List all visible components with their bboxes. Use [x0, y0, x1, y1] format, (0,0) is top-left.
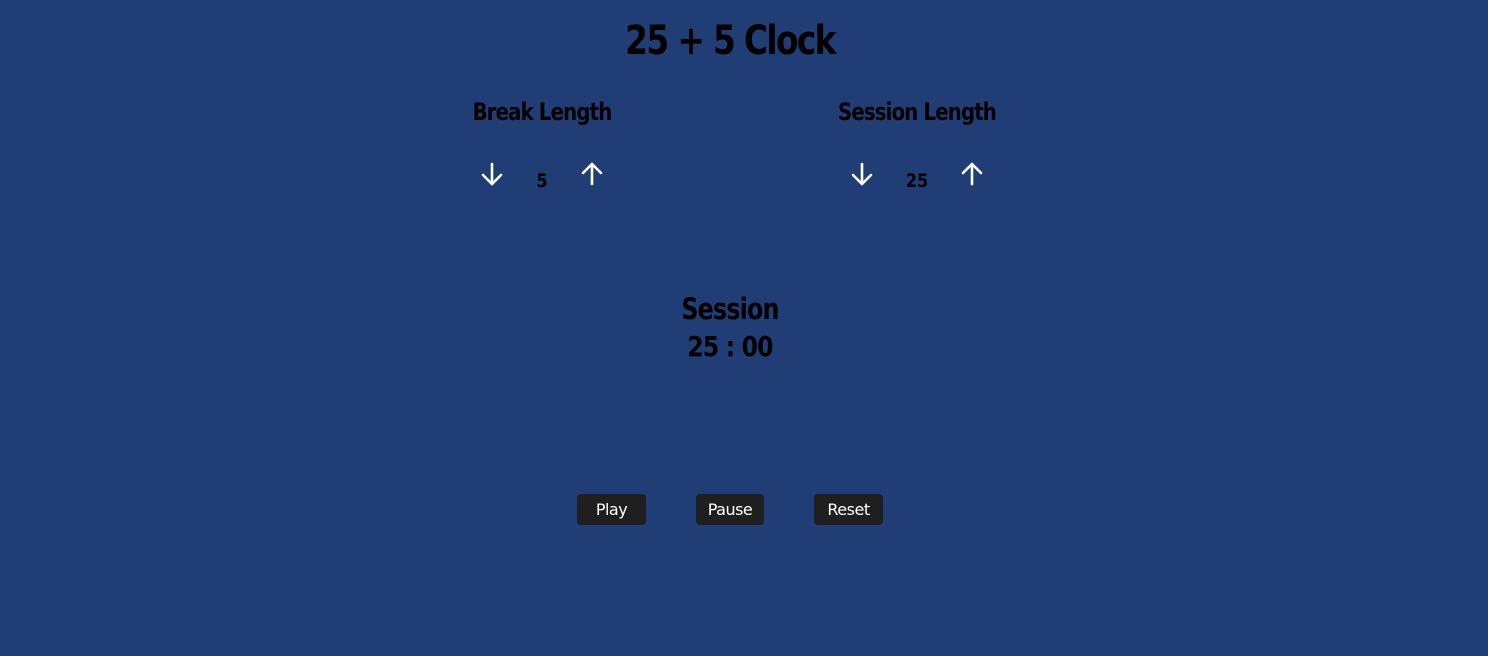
session-length-control: Session Length 25 — [797, 98, 1037, 192]
reset-button[interactable]: Reset — [814, 494, 883, 525]
arrow-down-icon — [851, 162, 873, 186]
timer-label: Session — [681, 292, 779, 326]
arrow-down-icon — [481, 162, 503, 186]
break-length-control: Break Length 5 — [422, 98, 662, 192]
break-length-value: 5 — [536, 170, 548, 192]
break-increment-button[interactable] — [576, 158, 608, 192]
break-length-controls: 5 — [422, 158, 662, 198]
app-title: 25 + 5 Clock — [625, 18, 836, 64]
session-length-controls: 25 — [797, 158, 1037, 198]
arrow-up-icon — [961, 162, 983, 186]
timer-time: 25 : 00 — [687, 330, 773, 363]
session-length-label: Session Length — [837, 98, 997, 126]
play-button[interactable]: Play — [577, 494, 646, 525]
timer-display: Session 25 : 00 — [0, 292, 1460, 363]
break-decrement-button[interactable] — [476, 158, 508, 192]
session-length-value: 25 — [905, 170, 929, 192]
session-increment-button[interactable] — [956, 158, 988, 192]
break-length-label: Break Length — [472, 98, 613, 126]
pause-button[interactable]: Pause — [696, 494, 764, 525]
arrow-up-icon — [581, 162, 603, 186]
session-decrement-button[interactable] — [846, 158, 878, 192]
